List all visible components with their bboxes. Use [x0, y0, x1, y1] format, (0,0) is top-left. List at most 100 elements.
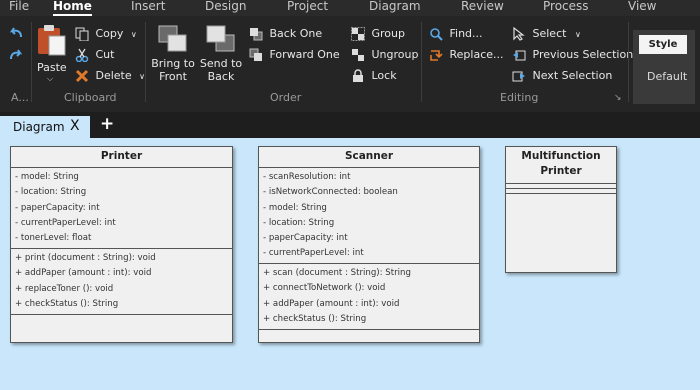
lock-button[interactable]: Lock [351, 67, 397, 85]
undo-button[interactable] [9, 26, 23, 39]
ribbon-divider [421, 22, 422, 102]
ungroup-icon [352, 49, 364, 61]
class-method: + print (document : String): void [15, 253, 156, 263]
replace-button[interactable]: Replace... [429, 46, 504, 64]
cut-label: Cut [95, 48, 115, 61]
ungroup-button[interactable]: Ungroup [351, 46, 418, 64]
paste-button[interactable]: Paste ⌵ [35, 24, 69, 90]
uml-class-multifunction-printer[interactable]: Multifunction Printer [505, 146, 617, 273]
class-attribute: - paperCapacity: int [15, 202, 100, 213]
back-one-icon [250, 28, 263, 41]
send-to-back-icon [206, 25, 235, 52]
forward-one-icon [249, 48, 262, 61]
style-button[interactable]: Style [639, 35, 687, 54]
class-attribute: - paperCapacity: int [263, 233, 348, 244]
class-attributes: - scanResolution: int - isNetworkConnect… [259, 168, 479, 264]
tab-review[interactable]: Review [461, 0, 504, 16]
document-tab-label: Diagram [13, 120, 65, 134]
class-attribute: - location: String [15, 187, 87, 198]
undo-group-label: A... [11, 91, 29, 104]
ribbon-divider [628, 22, 629, 102]
ribbon: A... Paste ⌵ Copy ∨ Cut Delete ∨ Clipboa… [0, 16, 700, 112]
dialog-launcher-icon[interactable]: ↘ [614, 93, 622, 103]
ungroup-label: Ungroup [371, 48, 419, 61]
bring-to-front-button[interactable]: Bring to Front [150, 24, 196, 83]
bring-to-front-label-line2: Front [159, 70, 187, 83]
delete-button[interactable]: Delete ∨ [75, 67, 145, 85]
class-methods: + scan (document : String): String + con… [259, 264, 479, 330]
class-methods: + print (document : String): void + addP… [11, 249, 232, 315]
tab-home[interactable]: Home [53, 0, 92, 16]
class-name: Scanner [259, 147, 479, 168]
class-method: + checkStatus (): String [15, 298, 119, 309]
tab-view[interactable]: View [628, 0, 656, 16]
next-selection-button[interactable]: Next Selection [512, 67, 612, 85]
class-method: + addPaper (amount : int): void [15, 268, 152, 279]
style-gallery[interactable]: Style Default [633, 30, 695, 104]
previous-selection-label: Previous Selection [532, 48, 634, 61]
group-label: Group [371, 27, 406, 40]
copy-button[interactable]: Copy ∨ [75, 25, 137, 43]
uml-class-printer[interactable]: Printer - model: String - location: Stri… [10, 146, 233, 343]
class-name: Printer [11, 147, 232, 168]
group-icon [351, 27, 365, 41]
clipboard-group-label: Clipboard [64, 91, 117, 104]
class-method: + scan (document : String): String [263, 268, 411, 278]
uml-class-scanner[interactable]: Scanner - scanResolution: int - isNetwor… [258, 146, 480, 343]
copy-icon [75, 27, 89, 41]
tab-diagram-document[interactable]: Diagram X [0, 116, 90, 138]
lock-label: Lock [371, 69, 397, 82]
cut-button[interactable]: Cut [75, 46, 114, 64]
default-style-label: Default [647, 70, 688, 83]
paste-dropdown-icon: ⌵ [47, 74, 54, 83]
class-attribute: - currentPaperLevel: int [263, 248, 364, 259]
tab-process[interactable]: Process [543, 0, 589, 16]
send-to-back-label-line1: Send to [199, 57, 243, 70]
class-attribute: - model: String [263, 202, 327, 213]
previous-selection-icon [513, 50, 526, 61]
class-method: + replaceToner (): void [15, 283, 114, 294]
group-button[interactable]: Group [351, 25, 405, 43]
paste-label: Paste [37, 61, 67, 74]
class-attributes: - model: String - location: String - pap… [11, 168, 232, 249]
back-one-label: Back One [269, 27, 323, 40]
class-attribute: - isNetworkConnected: boolean [263, 187, 398, 198]
forward-one-label: Forward One [269, 48, 340, 61]
back-one-button[interactable]: Back One [249, 25, 322, 43]
next-selection-label: Next Selection [532, 69, 613, 82]
chevron-down-icon: ∨ [130, 30, 137, 39]
lock-icon [353, 69, 363, 82]
search-icon [430, 28, 443, 41]
tab-insert[interactable]: Insert [131, 0, 165, 16]
class-attribute: - model: String [15, 172, 79, 182]
next-selection-icon [512, 71, 525, 82]
find-label: Find... [449, 27, 483, 40]
redo-button[interactable] [9, 48, 23, 61]
tab-design[interactable]: Design [205, 0, 246, 16]
tab-file[interactable]: File [9, 0, 29, 16]
previous-selection-button[interactable]: Previous Selection [512, 46, 633, 64]
select-label: Select [532, 27, 567, 40]
find-button[interactable]: Find... [429, 25, 483, 43]
replace-label: Replace... [449, 48, 504, 61]
ribbon-divider [145, 22, 146, 102]
class-attribute: - currentPaperLevel: int [15, 217, 116, 228]
class-methods [506, 189, 616, 194]
paste-icon [38, 25, 66, 56]
delete-icon [75, 69, 89, 83]
redo-icon [10, 49, 23, 60]
cursor-icon [513, 27, 525, 41]
class-attribute: - location: String [263, 217, 335, 228]
send-to-back-button[interactable]: Send to Back [198, 24, 244, 83]
tab-project[interactable]: Project [287, 0, 328, 16]
bring-to-front-label-line1: Bring to [151, 57, 195, 70]
editing-group-label: Editing [500, 91, 539, 104]
new-tab-icon[interactable]: + [100, 116, 114, 133]
send-to-back-label-line2: Back [207, 70, 235, 83]
class-method: + checkStatus (): String [263, 313, 367, 324]
forward-one-button[interactable]: Forward One [249, 46, 340, 64]
select-button[interactable]: Select ∨ [512, 25, 581, 43]
undo-icon [9, 27, 22, 38]
close-icon[interactable]: X [70, 118, 80, 134]
tab-diagram[interactable]: Diagram [369, 0, 421, 16]
